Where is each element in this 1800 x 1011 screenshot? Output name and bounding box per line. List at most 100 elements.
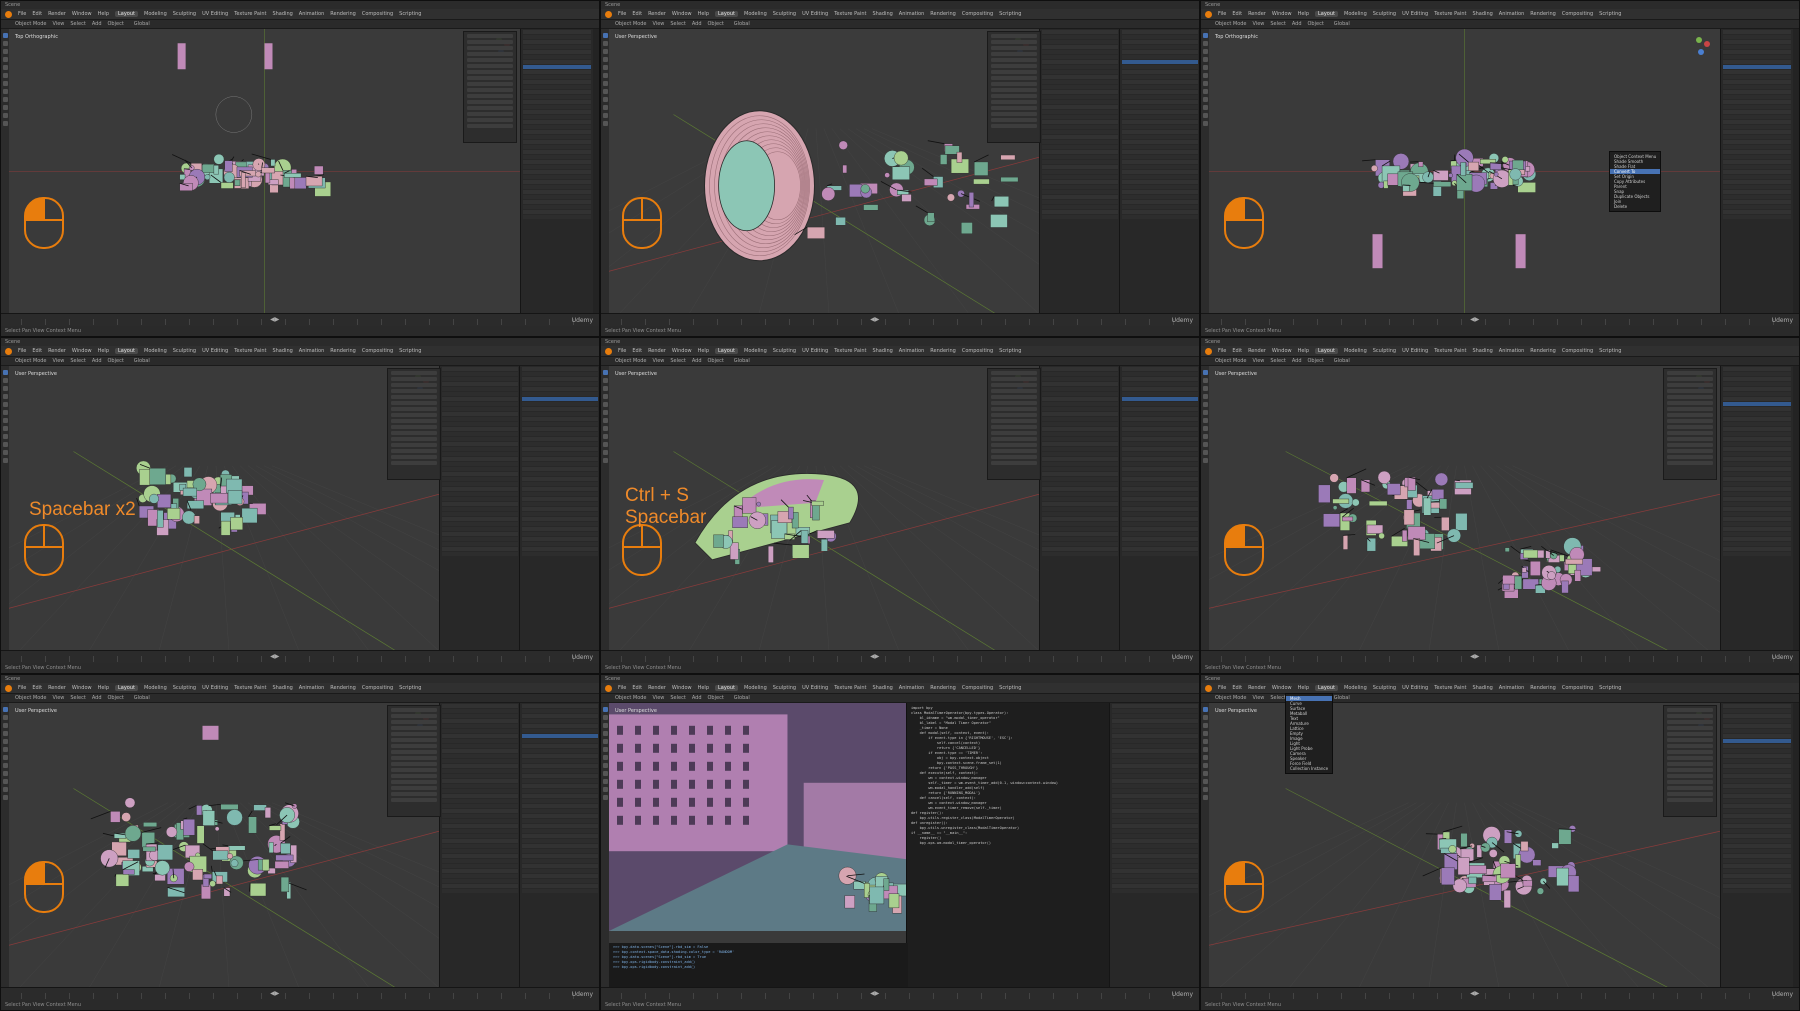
outliner-row[interactable]	[1723, 65, 1791, 69]
outliner-row[interactable]	[522, 472, 598, 476]
tab-layout[interactable]: Layout	[1315, 348, 1338, 354]
transform-field[interactable]	[467, 112, 513, 116]
transform-field[interactable]	[1667, 714, 1713, 718]
play-button-icon[interactable]: ◀▶	[870, 316, 879, 323]
outliner-row[interactable]	[1122, 457, 1198, 461]
cursor-icon[interactable]	[602, 715, 608, 720]
mesh-part[interactable]	[241, 507, 258, 524]
property-row[interactable]	[442, 387, 518, 391]
property-row[interactable]	[1112, 739, 1198, 743]
editor-menu-object[interactable]: Object	[1308, 21, 1324, 27]
annotate-icon[interactable]	[602, 81, 608, 86]
property-row[interactable]	[1112, 729, 1198, 733]
move-icon[interactable]	[602, 49, 608, 54]
outliner-row[interactable]	[1723, 517, 1791, 521]
outliner-row[interactable]	[1723, 200, 1791, 204]
transform-field[interactable]	[991, 443, 1037, 447]
outliner-row[interactable]	[1122, 135, 1198, 139]
tab-rendering[interactable]: Rendering	[330, 685, 356, 691]
transform-icon[interactable]	[1202, 410, 1208, 415]
property-row[interactable]	[1042, 527, 1118, 531]
outliner-row[interactable]	[1723, 442, 1791, 446]
mesh-part[interactable]	[1332, 505, 1338, 510]
measure-icon[interactable]	[1202, 89, 1208, 94]
menu-window[interactable]: Window	[672, 11, 692, 17]
property-row[interactable]	[1112, 869, 1198, 873]
play-button-icon[interactable]: ◀▶	[270, 316, 279, 323]
outliner-row[interactable]	[522, 387, 598, 391]
rotate-icon[interactable]	[602, 57, 608, 62]
transform-icon[interactable]	[602, 73, 608, 78]
property-row[interactable]	[1042, 180, 1118, 184]
mode-dropdown[interactable]: Object Mode	[1215, 21, 1247, 27]
annotate-icon[interactable]	[2, 755, 8, 760]
outliner-row[interactable]	[1122, 150, 1198, 154]
transform-field[interactable]	[391, 401, 437, 405]
tab-rendering[interactable]: Rendering	[1530, 685, 1556, 691]
transform-field[interactable]	[1667, 425, 1713, 429]
mesh-part[interactable]	[182, 487, 197, 497]
outliner-row[interactable]	[522, 844, 598, 848]
outliner-row[interactable]	[1723, 749, 1791, 753]
extrude-icon[interactable]	[2, 442, 8, 447]
outliner-row[interactable]	[522, 709, 598, 713]
rotate-icon[interactable]	[2, 731, 8, 736]
3d-viewport[interactable]	[9, 703, 439, 988]
outliner-row[interactable]	[522, 402, 598, 406]
mesh-part[interactable]	[213, 153, 225, 165]
property-row[interactable]	[442, 719, 518, 723]
tab-animation[interactable]: Animation	[299, 11, 325, 17]
outliner-row[interactable]	[1723, 397, 1791, 401]
outliner-row[interactable]	[522, 502, 598, 506]
outliner-row[interactable]	[1723, 150, 1791, 154]
outliner-row[interactable]	[522, 427, 598, 431]
outliner-row[interactable]	[1723, 759, 1791, 763]
outliner-row[interactable]	[523, 60, 591, 64]
outliner-row[interactable]	[522, 547, 598, 551]
mesh-part[interactable]	[294, 177, 307, 190]
measure-icon[interactable]	[2, 89, 8, 94]
mesh-part[interactable]	[1387, 483, 1401, 496]
scale-icon[interactable]	[2, 65, 8, 70]
tab-sculpting[interactable]: Sculpting	[173, 11, 196, 17]
menu-file[interactable]: File	[1218, 11, 1226, 17]
editor-menu-select[interactable]: Select	[670, 695, 685, 701]
tab-sculpting[interactable]: Sculpting	[173, 348, 196, 354]
property-row[interactable]	[442, 497, 518, 501]
annotate-icon[interactable]	[602, 418, 608, 423]
select-box-icon[interactable]	[1202, 707, 1208, 712]
property-row[interactable]	[1042, 497, 1118, 501]
transform-field[interactable]	[991, 52, 1037, 56]
play-button-icon[interactable]: ◀▶	[1470, 316, 1479, 323]
timeline[interactable]: ◀▶	[1, 313, 599, 326]
outliner-row[interactable]	[1723, 794, 1791, 798]
outliner-row[interactable]	[523, 190, 591, 194]
mesh-part[interactable]	[1403, 509, 1415, 526]
tab-layout[interactable]: Layout	[115, 348, 138, 354]
cursor-icon[interactable]	[2, 41, 8, 46]
menu-file[interactable]: File	[618, 685, 626, 691]
property-row[interactable]	[1112, 744, 1198, 748]
outliner-row[interactable]	[1122, 110, 1198, 114]
editor-menu-object[interactable]: Object	[108, 695, 124, 701]
menu-edit[interactable]: Edit	[1232, 685, 1242, 691]
mesh-part[interactable]	[127, 849, 140, 859]
tab-shading[interactable]: Shading	[272, 348, 292, 354]
mesh-part[interactable]	[1368, 500, 1388, 506]
property-row[interactable]	[442, 784, 518, 788]
mesh-part[interactable]	[940, 154, 948, 165]
mesh-part[interactable]	[255, 171, 262, 178]
outliner-row[interactable]	[1723, 467, 1791, 471]
mesh-part[interactable]	[1547, 571, 1556, 580]
mesh-part[interactable]	[268, 842, 274, 854]
transform-field[interactable]	[391, 774, 437, 778]
outliner-row[interactable]	[1122, 210, 1198, 214]
tab-rendering[interactable]: Rendering	[330, 11, 356, 17]
tab-sculpting[interactable]: Sculpting	[773, 348, 796, 354]
mode-dropdown[interactable]: Object Mode	[15, 358, 47, 364]
outliner-row[interactable]	[1723, 135, 1791, 139]
menu-file[interactable]: File	[18, 11, 26, 17]
property-row[interactable]	[1042, 547, 1118, 551]
property-row[interactable]	[1042, 175, 1118, 179]
property-row[interactable]	[1042, 170, 1118, 174]
